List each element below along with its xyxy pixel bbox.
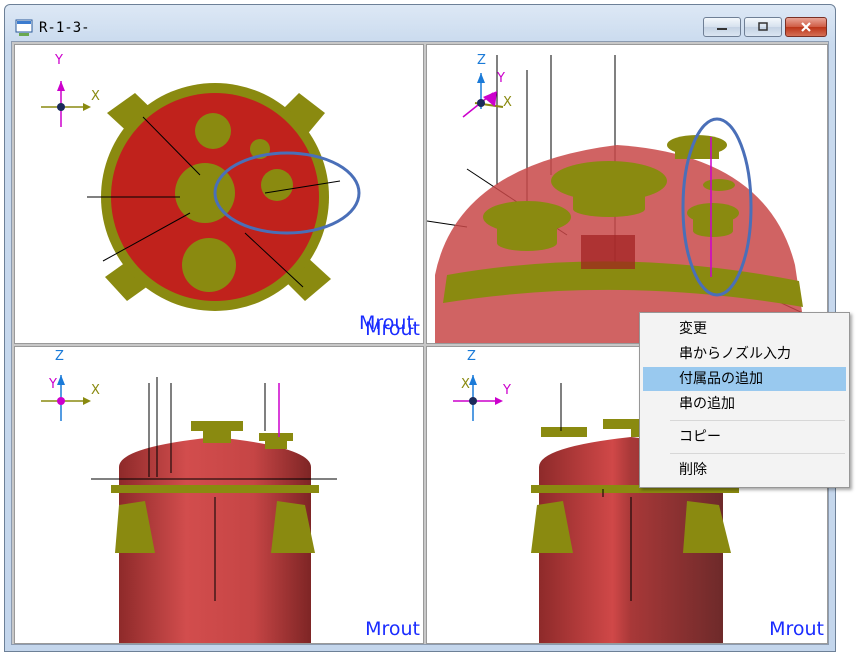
axis-x-label: X <box>91 383 100 398</box>
viewport-top[interactable]: Y X Mrout <box>14 44 424 344</box>
axis-y-label: Y <box>49 377 57 392</box>
view-label: Mrout <box>769 618 824 640</box>
axis-gizmo <box>41 81 91 127</box>
axis-y-label: Y <box>503 383 511 398</box>
title-bar[interactable]: R-1-3- <box>5 5 835 43</box>
axis-y-label: Y <box>55 53 63 68</box>
restore-icon <box>758 22 768 31</box>
viewport-front[interactable]: Z Y X Mrout <box>14 346 424 644</box>
axis-x-label: X <box>461 377 470 392</box>
context-menu: 変更 串からノズル入力 付属品の追加 串の追加 コピー 削除 <box>639 312 850 488</box>
iso-view-scene <box>427 55 808 343</box>
menu-item-add-accessory[interactable]: 付属品の追加 <box>643 367 846 391</box>
menu-item-delete[interactable]: 削除 <box>643 458 846 482</box>
view-label: Mrout <box>365 618 420 640</box>
axis-y-label: Y <box>497 71 505 86</box>
manway-shape <box>581 235 635 269</box>
menu-item-copy[interactable]: コピー <box>643 425 846 449</box>
menu-item-add-skewer[interactable]: 串の追加 <box>643 392 846 416</box>
viewport-iso[interactable]: Z Y X <box>426 44 828 344</box>
menu-item-change[interactable]: 変更 <box>643 317 846 341</box>
top-view-scene <box>41 81 361 311</box>
axis-z-label: Z <box>477 53 486 68</box>
close-button[interactable] <box>785 17 827 37</box>
axis-z-label: Z <box>55 349 64 364</box>
axis-x-label: X <box>91 89 100 104</box>
minimize-icon <box>717 28 727 30</box>
menu-separator <box>670 453 845 454</box>
front-view-scene <box>41 375 337 643</box>
close-icon <box>801 22 811 32</box>
app-icon <box>15 19 33 36</box>
axis-x-label: X <box>503 95 512 110</box>
maximize-button[interactable] <box>744 17 782 37</box>
menu-item-nozzle-input[interactable]: 串からノズル入力 <box>643 342 846 366</box>
menu-separator <box>670 420 845 421</box>
minimize-button[interactable] <box>703 17 741 37</box>
view-label: Mrout <box>359 312 414 334</box>
axis-z-label: Z <box>467 349 476 364</box>
window-title: R-1-3- <box>39 20 90 36</box>
